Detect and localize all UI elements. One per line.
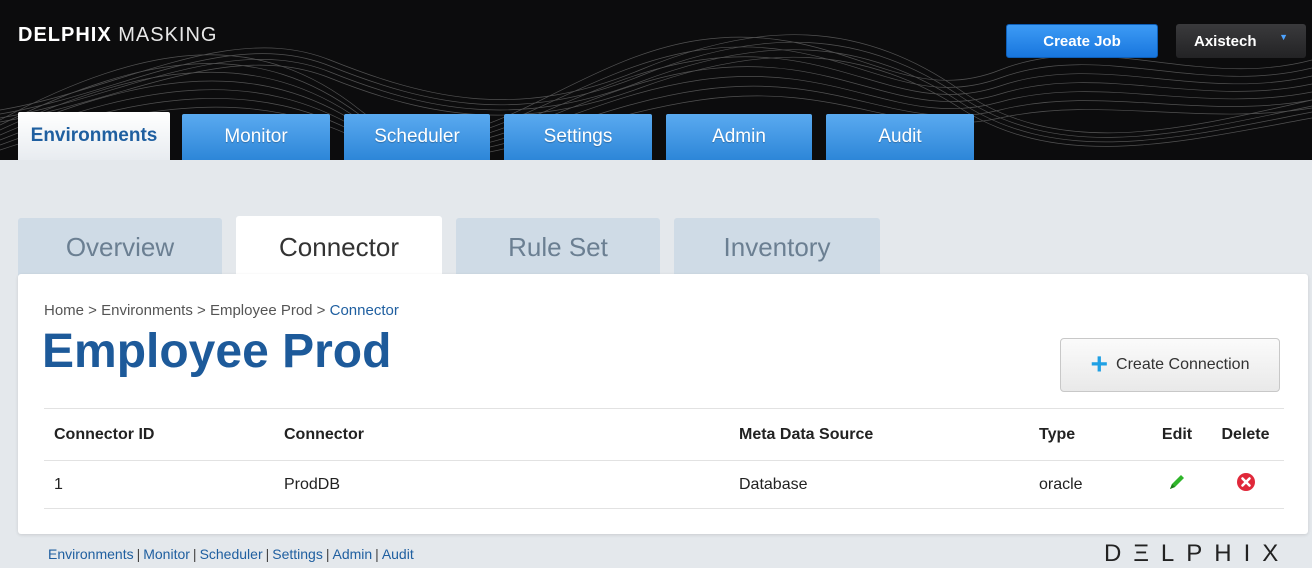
app-header: DELPHIX MASKING Create Job Axistech ▼ En… [0, 0, 1312, 160]
footer-link-environments[interactable]: Environments [48, 546, 134, 562]
breadcrumb-separator: > [192, 302, 210, 319]
column-header-delete: Delete [1207, 408, 1284, 461]
cell-meta-data-source: Database [729, 460, 1029, 509]
footer-separator: | [136, 546, 141, 562]
table-row: 1 ProdDB Database oracle [44, 460, 1284, 509]
column-header-edit: Edit [1147, 408, 1207, 461]
create-job-button[interactable]: Create Job [1006, 24, 1158, 58]
tab-environments[interactable]: Environments [18, 112, 170, 160]
column-header-connector[interactable]: Connector [274, 408, 729, 461]
create-connection-label: Create Connection [1116, 356, 1250, 373]
cell-type: oracle [1029, 460, 1147, 509]
footer-link-scheduler[interactable]: Scheduler [200, 546, 263, 562]
user-menu-dropdown[interactable]: Axistech ▼ [1176, 24, 1306, 58]
breadcrumb-current: Connector [329, 302, 399, 319]
brand-light: MASKING [118, 24, 218, 46]
footer-link-settings[interactable]: Settings [272, 546, 323, 562]
footer-delphix-logo: DΞLPHIX [1104, 540, 1291, 567]
create-connection-button[interactable]: + Create Connection [1060, 338, 1280, 392]
user-name: Axistech [1194, 32, 1257, 50]
breadcrumb-environments[interactable]: Environments [101, 302, 193, 319]
dropdown-caret-icon: ▼ [1279, 32, 1288, 42]
tab-audit[interactable]: Audit [826, 114, 974, 160]
subtab-inventory[interactable]: Inventory [674, 218, 880, 276]
plus-icon: + [1090, 348, 1109, 381]
footer-link-audit[interactable]: Audit [382, 546, 414, 562]
table-header-row: Connector ID Connector Meta Data Source … [44, 408, 1284, 461]
brand-bold: DELPHIX [18, 24, 112, 46]
subtab-overview[interactable]: Overview [18, 218, 222, 276]
breadcrumb: Home > Environments > Employee Prod > Co… [44, 302, 399, 319]
column-header-connector-id[interactable]: Connector ID [44, 408, 274, 461]
footer-separator: | [192, 546, 197, 562]
cell-connector-id: 1 [44, 460, 274, 509]
footer-link-monitor[interactable]: Monitor [143, 546, 190, 562]
tab-admin[interactable]: Admin [666, 114, 812, 160]
tab-settings[interactable]: Settings [504, 114, 652, 160]
tab-monitor[interactable]: Monitor [182, 114, 330, 160]
footer-separator: | [265, 546, 270, 562]
breadcrumb-employee-prod[interactable]: Employee Prod [210, 302, 313, 319]
brand-logo: DELPHIX MASKING [18, 24, 218, 47]
footer-separator: | [375, 546, 379, 562]
edit-pencil-icon[interactable] [1166, 471, 1188, 493]
breadcrumb-separator: > [312, 302, 330, 319]
cell-connector-name: ProdDB [274, 460, 729, 509]
page-title: Employee Prod [42, 325, 392, 378]
subtab-connector[interactable]: Connector [236, 216, 442, 278]
subtab-rule-set[interactable]: Rule Set [456, 218, 660, 276]
breadcrumb-home[interactable]: Home [44, 302, 84, 319]
tab-scheduler[interactable]: Scheduler [344, 114, 490, 160]
content-panel: Home > Environments > Employee Prod > Co… [18, 274, 1308, 534]
column-header-meta-data-source[interactable]: Meta Data Source [729, 408, 1029, 461]
connector-table: Connector ID Connector Meta Data Source … [44, 408, 1284, 509]
footer-link-admin[interactable]: Admin [332, 546, 372, 562]
footer-separator: | [325, 546, 330, 562]
breadcrumb-separator: > [84, 302, 102, 319]
footer-nav: Environments | Monitor | Scheduler | Settings |… [48, 546, 414, 562]
delete-circle-x-icon[interactable] [1235, 471, 1257, 493]
cell-delete [1207, 460, 1284, 509]
column-header-type[interactable]: Type [1029, 408, 1147, 461]
cell-edit [1147, 460, 1207, 509]
